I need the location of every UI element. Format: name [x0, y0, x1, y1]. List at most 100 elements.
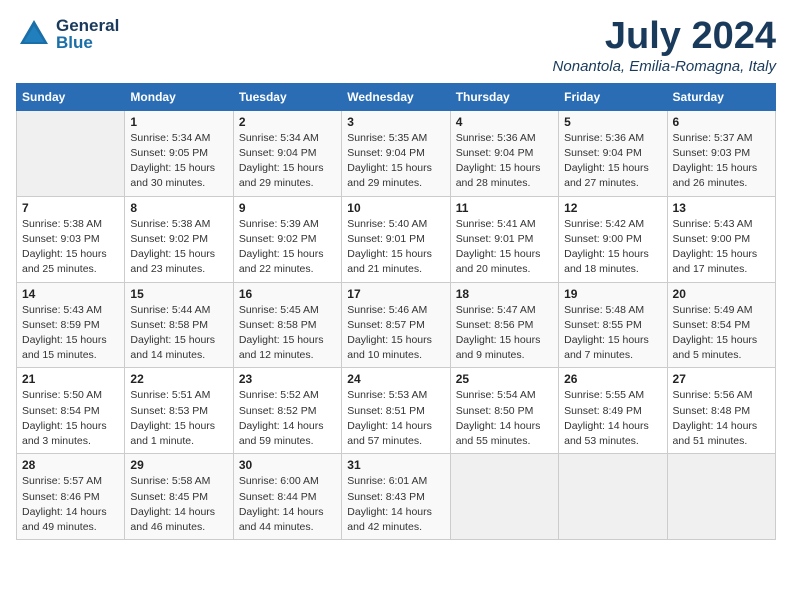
- calendar-cell: 15Sunrise: 5:44 AM Sunset: 8:58 PM Dayli…: [125, 282, 233, 368]
- day-info: Sunrise: 5:57 AM Sunset: 8:46 PM Dayligh…: [22, 474, 119, 535]
- day-number: 26: [564, 372, 661, 386]
- calendar-cell: 19Sunrise: 5:48 AM Sunset: 8:55 PM Dayli…: [559, 282, 667, 368]
- day-info: Sunrise: 5:51 AM Sunset: 8:53 PM Dayligh…: [130, 388, 227, 449]
- month-title: July 2024: [553, 16, 776, 58]
- calendar-week-row: 14 Sunrise: 5:43 AM Sunset: 8:59 PM Dayli…: [17, 282, 776, 368]
- day-number: 10: [347, 201, 444, 215]
- calendar-cell: 5 Sunrise: 5:36 AM Sunset: 9:04 PM Daylig…: [559, 110, 667, 196]
- day-number: 29: [130, 458, 227, 472]
- calendar-cell: 13 Sunrise: 5:43 AM Sunset: 9:00 PM Dayli…: [667, 196, 775, 282]
- day-number: 16: [239, 287, 336, 301]
- day-info: Sunrise: 5:42 AM Sunset: 9:00 PM Dayligh…: [564, 217, 661, 278]
- calendar-cell: 4Sunrise: 5:36 AM Sunset: 9:04 PM Daylig…: [450, 110, 558, 196]
- calendar-cell: 23Sunrise: 5:52 AM Sunset: 8:52 PM Dayli…: [233, 368, 341, 454]
- logo: General Blue: [16, 16, 119, 52]
- calendar-week-row: 21Sunrise: 5:50 AM Sunset: 8:54 PM Dayli…: [17, 368, 776, 454]
- calendar-week-row: 1Sunrise: 5:34 AM Sunset: 9:05 PM Daylig…: [17, 110, 776, 196]
- day-number: 15: [130, 287, 227, 301]
- day-info: Sunrise: 5:39 AM Sunset: 9:02 PM Dayligh…: [239, 217, 336, 278]
- day-number: 8: [130, 201, 227, 215]
- calendar-cell: [667, 454, 775, 540]
- day-of-week-header: Sunday: [17, 83, 125, 110]
- day-info: Sunrise: 5:38 AM Sunset: 9:02 PM Dayligh…: [130, 217, 227, 278]
- day-of-week-header: Tuesday: [233, 83, 341, 110]
- calendar-cell: 11 Sunrise: 5:41 AM Sunset: 9:01 PM Dayli…: [450, 196, 558, 282]
- day-number: 17: [347, 287, 444, 301]
- calendar-cell: 8 Sunrise: 5:38 AM Sunset: 9:02 PM Daylig…: [125, 196, 233, 282]
- calendar-header-row: SundayMondayTuesdayWednesdayThursdayFrid…: [17, 83, 776, 110]
- calendar-cell: 31Sunrise: 6:01 AM Sunset: 8:43 PM Dayli…: [342, 454, 450, 540]
- day-of-week-header: Monday: [125, 83, 233, 110]
- day-info: Sunrise: 5:34 AM Sunset: 9:04 PM Dayligh…: [239, 131, 336, 192]
- day-of-week-header: Wednesday: [342, 83, 450, 110]
- day-info: Sunrise: 5:53 AM Sunset: 8:51 PM Dayligh…: [347, 388, 444, 449]
- calendar-cell: 17 Sunrise: 5:46 AM Sunset: 8:57 PM Dayli…: [342, 282, 450, 368]
- calendar-cell: 3 Sunrise: 5:35 AM Sunset: 9:04 PM Daylig…: [342, 110, 450, 196]
- calendar-cell: 14 Sunrise: 5:43 AM Sunset: 8:59 PM Dayli…: [17, 282, 125, 368]
- calendar-cell: 22 Sunrise: 5:51 AM Sunset: 8:53 PM Dayli…: [125, 368, 233, 454]
- calendar-cell: 27 Sunrise: 5:56 AM Sunset: 8:48 PM Dayli…: [667, 368, 775, 454]
- day-number: 21: [22, 372, 119, 386]
- day-info: Sunrise: 5:56 AM Sunset: 8:48 PM Dayligh…: [673, 388, 770, 449]
- logo-icon: [16, 16, 52, 52]
- day-info: Sunrise: 5:38 AM Sunset: 9:03 PM Dayligh…: [22, 217, 119, 278]
- day-number: 24: [347, 372, 444, 386]
- day-number: 12: [564, 201, 661, 215]
- day-info: Sunrise: 5:36 AM Sunset: 9:04 PM Dayligh…: [564, 131, 661, 192]
- day-info: Sunrise: 5:37 AM Sunset: 9:03 PM Dayligh…: [673, 131, 770, 192]
- day-number: 5: [564, 115, 661, 129]
- calendar-cell: 16 Sunrise: 5:45 AM Sunset: 8:58 PM Dayli…: [233, 282, 341, 368]
- calendar-cell: 7Sunrise: 5:38 AM Sunset: 9:03 PM Daylig…: [17, 196, 125, 282]
- day-number: 18: [456, 287, 553, 301]
- day-number: 11: [456, 201, 553, 215]
- day-info: Sunrise: 5:41 AM Sunset: 9:01 PM Dayligh…: [456, 217, 553, 278]
- calendar-cell: 9Sunrise: 5:39 AM Sunset: 9:02 PM Daylig…: [233, 196, 341, 282]
- calendar-cell: [450, 454, 558, 540]
- title-block: July 2024 Nonantola, Emilia-Romagna, Ita…: [553, 16, 776, 75]
- calendar-cell: 25Sunrise: 5:54 AM Sunset: 8:50 PM Dayli…: [450, 368, 558, 454]
- day-info: Sunrise: 6:01 AM Sunset: 8:43 PM Dayligh…: [347, 474, 444, 535]
- calendar-cell: [559, 454, 667, 540]
- day-number: 30: [239, 458, 336, 472]
- day-info: Sunrise: 5:43 AM Sunset: 9:00 PM Dayligh…: [673, 217, 770, 278]
- day-info: Sunrise: 5:40 AM Sunset: 9:01 PM Dayligh…: [347, 217, 444, 278]
- day-number: 27: [673, 372, 770, 386]
- logo-blue-text: Blue: [56, 34, 119, 51]
- day-number: 6: [673, 115, 770, 129]
- calendar-cell: 1Sunrise: 5:34 AM Sunset: 9:05 PM Daylig…: [125, 110, 233, 196]
- day-info: Sunrise: 5:35 AM Sunset: 9:04 PM Dayligh…: [347, 131, 444, 192]
- day-number: 23: [239, 372, 336, 386]
- day-number: 3: [347, 115, 444, 129]
- day-info: Sunrise: 5:43 AM Sunset: 8:59 PM Dayligh…: [22, 303, 119, 364]
- day-number: 13: [673, 201, 770, 215]
- day-number: 19: [564, 287, 661, 301]
- day-number: 4: [456, 115, 553, 129]
- day-number: 2: [239, 115, 336, 129]
- day-info: Sunrise: 5:45 AM Sunset: 8:58 PM Dayligh…: [239, 303, 336, 364]
- logo-general-text: General: [56, 17, 119, 34]
- calendar-cell: 30 Sunrise: 6:00 AM Sunset: 8:44 PM Dayli…: [233, 454, 341, 540]
- day-info: Sunrise: 5:49 AM Sunset: 8:54 PM Dayligh…: [673, 303, 770, 364]
- day-of-week-header: Saturday: [667, 83, 775, 110]
- calendar-cell: 2 Sunrise: 5:34 AM Sunset: 9:04 PM Daylig…: [233, 110, 341, 196]
- day-info: Sunrise: 5:55 AM Sunset: 8:49 PM Dayligh…: [564, 388, 661, 449]
- day-info: Sunrise: 5:54 AM Sunset: 8:50 PM Dayligh…: [456, 388, 553, 449]
- calendar-cell: 29 Sunrise: 5:58 AM Sunset: 8:45 PM Dayli…: [125, 454, 233, 540]
- calendar-cell: 10 Sunrise: 5:40 AM Sunset: 9:01 PM Dayli…: [342, 196, 450, 282]
- page-header: General Blue July 2024 Nonantola, Emilia…: [16, 16, 776, 75]
- day-info: Sunrise: 6:00 AM Sunset: 8:44 PM Dayligh…: [239, 474, 336, 535]
- calendar-week-row: 7Sunrise: 5:38 AM Sunset: 9:03 PM Daylig…: [17, 196, 776, 282]
- calendar-week-row: 28Sunrise: 5:57 AM Sunset: 8:46 PM Dayli…: [17, 454, 776, 540]
- day-info: Sunrise: 5:58 AM Sunset: 8:45 PM Dayligh…: [130, 474, 227, 535]
- day-number: 14: [22, 287, 119, 301]
- calendar-cell: 28Sunrise: 5:57 AM Sunset: 8:46 PM Dayli…: [17, 454, 125, 540]
- day-number: 20: [673, 287, 770, 301]
- day-info: Sunrise: 5:47 AM Sunset: 8:56 PM Dayligh…: [456, 303, 553, 364]
- calendar-cell: 21Sunrise: 5:50 AM Sunset: 8:54 PM Dayli…: [17, 368, 125, 454]
- calendar-table: SundayMondayTuesdayWednesdayThursdayFrid…: [16, 83, 776, 540]
- calendar-cell: [17, 110, 125, 196]
- day-of-week-header: Thursday: [450, 83, 558, 110]
- day-info: Sunrise: 5:46 AM Sunset: 8:57 PM Dayligh…: [347, 303, 444, 364]
- day-number: 22: [130, 372, 227, 386]
- calendar-cell: 20 Sunrise: 5:49 AM Sunset: 8:54 PM Dayli…: [667, 282, 775, 368]
